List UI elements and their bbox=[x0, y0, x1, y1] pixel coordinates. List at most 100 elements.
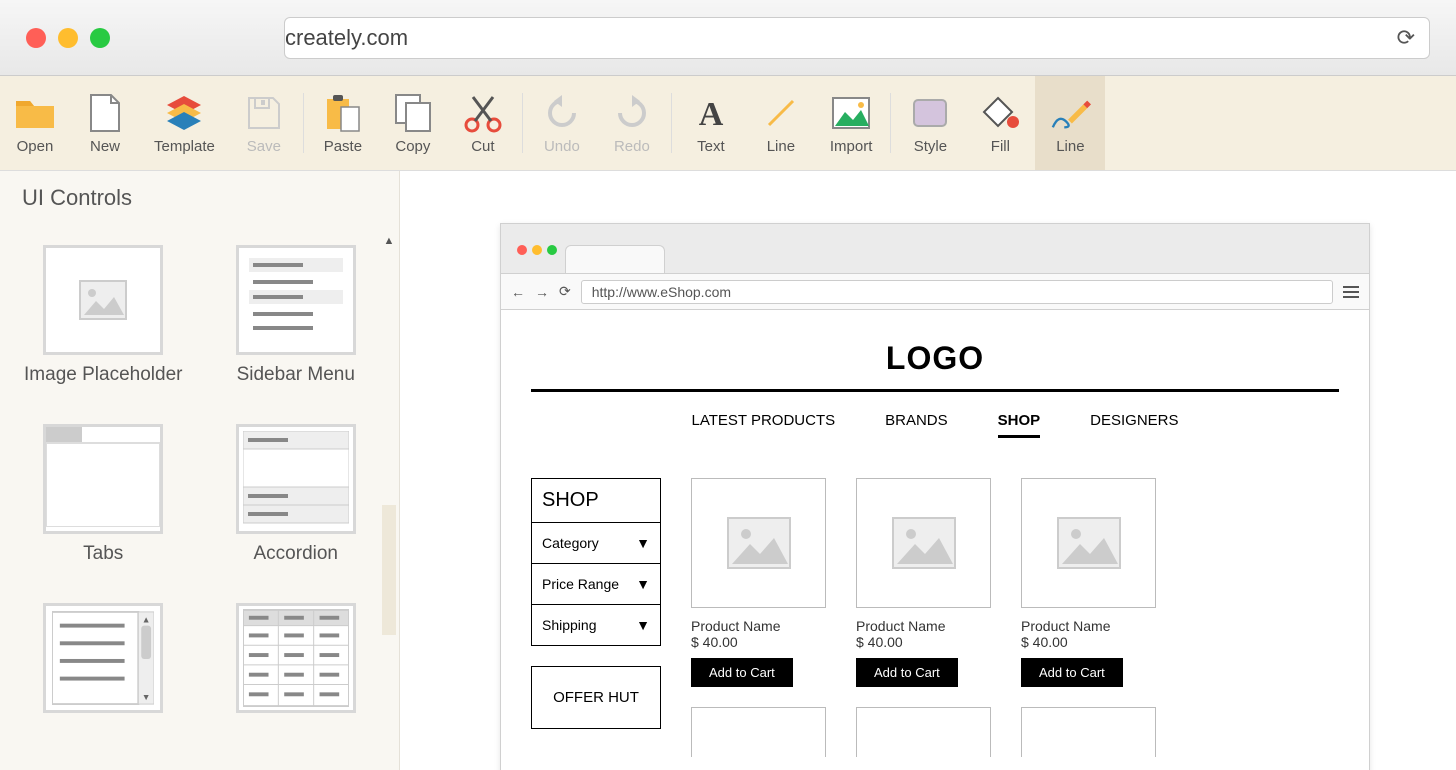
save-button[interactable]: Save bbox=[229, 76, 299, 170]
main-area: UI Controls ▲ Image Placeholder Sidebar … bbox=[0, 171, 1456, 770]
undo-label: Undo bbox=[544, 138, 580, 155]
mockup-nav: LATEST PRODUCTS BRANDS SHOP DESIGNERS bbox=[531, 412, 1339, 438]
add-to-cart-button[interactable]: Add to Cart bbox=[1021, 658, 1123, 687]
filter-category[interactable]: Category▼ bbox=[532, 523, 660, 564]
products-grid: Product Name $ 40.00 Add to Cart Product… bbox=[691, 478, 1156, 687]
shape-accordion[interactable]: Accordion bbox=[211, 424, 381, 583]
offer-box[interactable]: OFFER HUT bbox=[531, 666, 661, 729]
product-price: $ 40.00 bbox=[856, 634, 991, 650]
paste-button[interactable]: Paste bbox=[308, 76, 378, 170]
fill-icon bbox=[979, 92, 1021, 134]
nav-latest-products[interactable]: LATEST PRODUCTS bbox=[691, 412, 835, 438]
mockup-url-input[interactable]: http://www.eShop.com bbox=[581, 280, 1333, 304]
svg-text:▼: ▼ bbox=[142, 693, 151, 703]
shape-label: Accordion bbox=[254, 542, 339, 567]
copy-label: Copy bbox=[395, 138, 430, 155]
product-price: $ 40.00 bbox=[1021, 634, 1156, 650]
save-icon bbox=[243, 92, 285, 134]
mockup-browser-window[interactable]: ← → ⟳ http://www.eShop.com LOGO LATEST P… bbox=[500, 223, 1370, 770]
shape-table[interactable] bbox=[211, 603, 381, 730]
svg-text:A: A bbox=[699, 96, 724, 131]
browser-chrome: creately.com ⟳ bbox=[0, 0, 1456, 76]
maximize-window-button[interactable] bbox=[90, 28, 110, 48]
traffic-lights bbox=[26, 28, 110, 48]
svg-text:▲: ▲ bbox=[142, 615, 151, 625]
cut-label: Cut bbox=[471, 138, 494, 155]
style-icon bbox=[909, 92, 951, 134]
chevron-down-icon: ▼ bbox=[636, 535, 650, 551]
line-button[interactable]: Line bbox=[746, 76, 816, 170]
import-label: Import bbox=[830, 138, 873, 155]
scrollbar-thumb[interactable] bbox=[382, 505, 396, 635]
scroll-up-arrow[interactable]: ▲ bbox=[382, 235, 396, 515]
import-button[interactable]: Import bbox=[816, 76, 887, 170]
mockup-body: LOGO LATEST PRODUCTS BRANDS SHOP DESIGNE… bbox=[501, 310, 1369, 770]
undo-button[interactable]: Undo bbox=[527, 76, 597, 170]
chevron-down-icon: ▼ bbox=[636, 617, 650, 633]
back-icon[interactable]: ← bbox=[511, 284, 525, 300]
mockup-url-row: ← → ⟳ http://www.eShop.com bbox=[501, 274, 1369, 310]
add-to-cart-button[interactable]: Add to Cart bbox=[856, 658, 958, 687]
reload-icon[interactable]: ⟳ bbox=[559, 283, 571, 300]
toolbar: Open New Template Save Paste bbox=[0, 76, 1456, 171]
fill-button[interactable]: Fill bbox=[965, 76, 1035, 170]
canvas[interactable]: ← → ⟳ http://www.eShop.com LOGO LATEST P… bbox=[400, 171, 1456, 770]
text-label: Text bbox=[697, 138, 725, 155]
toolbar-separator bbox=[522, 93, 523, 153]
nav-designers[interactable]: DESIGNERS bbox=[1090, 412, 1178, 438]
product-card[interactable]: Product Name $ 40.00 Add to Cart bbox=[856, 478, 991, 687]
undo-icon bbox=[541, 92, 583, 134]
shape-tabs[interactable]: Tabs bbox=[18, 424, 188, 583]
chevron-down-icon: ▼ bbox=[636, 576, 650, 592]
paste-icon bbox=[322, 92, 364, 134]
redo-button[interactable]: Redo bbox=[597, 76, 667, 170]
mockup-url-text: http://www.eShop.com bbox=[592, 284, 731, 300]
open-button[interactable]: Open bbox=[0, 76, 70, 170]
new-label: New bbox=[90, 138, 120, 155]
line-tool-label: Line bbox=[1056, 138, 1084, 155]
paste-label: Paste bbox=[324, 138, 362, 155]
style-button[interactable]: Style bbox=[895, 76, 965, 170]
shape-list-scroll[interactable]: ▲▼ bbox=[18, 603, 188, 730]
template-label: Template bbox=[154, 138, 215, 155]
forward-icon[interactable]: → bbox=[535, 284, 549, 300]
copy-icon bbox=[392, 92, 434, 134]
filter-price-range[interactable]: Price Range▼ bbox=[532, 564, 660, 605]
cut-icon bbox=[462, 92, 504, 134]
filter-heading: SHOP bbox=[532, 479, 660, 523]
product-card[interactable]: Product Name $ 40.00 Add to Cart bbox=[1021, 478, 1156, 687]
shape-label: Sidebar Menu bbox=[237, 363, 355, 388]
nav-brands[interactable]: BRANDS bbox=[885, 412, 948, 438]
product-price: $ 40.00 bbox=[691, 634, 826, 650]
refresh-icon[interactable]: ⟳ bbox=[1397, 25, 1415, 51]
line-label: Line bbox=[767, 138, 795, 155]
shapes-grid: ▲ Image Placeholder Sidebar Menu bbox=[0, 225, 399, 770]
style-label: Style bbox=[914, 138, 947, 155]
mockup-tab[interactable] bbox=[565, 245, 665, 273]
close-window-button[interactable] bbox=[26, 28, 46, 48]
product-card[interactable]: Product Name $ 40.00 Add to Cart bbox=[691, 478, 826, 687]
product-image-placeholder bbox=[691, 478, 826, 608]
shape-sidebar-menu[interactable]: Sidebar Menu bbox=[211, 245, 381, 404]
folder-icon bbox=[14, 92, 56, 134]
cut-button[interactable]: Cut bbox=[448, 76, 518, 170]
line-tool-button[interactable]: Line bbox=[1035, 76, 1105, 170]
shape-image-placeholder[interactable]: Image Placeholder bbox=[18, 245, 188, 404]
text-button[interactable]: A Text bbox=[676, 76, 746, 170]
open-label: Open bbox=[17, 138, 54, 155]
menu-icon[interactable] bbox=[1343, 286, 1359, 298]
address-bar[interactable]: creately.com ⟳ bbox=[284, 17, 1430, 59]
product-name: Product Name bbox=[691, 618, 826, 634]
mockup-logo: LOGO bbox=[531, 340, 1339, 377]
minimize-window-button[interactable] bbox=[58, 28, 78, 48]
copy-button[interactable]: Copy bbox=[378, 76, 448, 170]
product-image-placeholder bbox=[691, 707, 826, 757]
new-button[interactable]: New bbox=[70, 76, 140, 170]
template-button[interactable]: Template bbox=[140, 76, 229, 170]
add-to-cart-button[interactable]: Add to Cart bbox=[691, 658, 793, 687]
toolbar-separator bbox=[303, 93, 304, 153]
nav-shop[interactable]: SHOP bbox=[998, 412, 1041, 438]
filter-shipping[interactable]: Shipping▼ bbox=[532, 605, 660, 645]
product-name: Product Name bbox=[856, 618, 991, 634]
sidebar-title: UI Controls bbox=[0, 171, 399, 225]
